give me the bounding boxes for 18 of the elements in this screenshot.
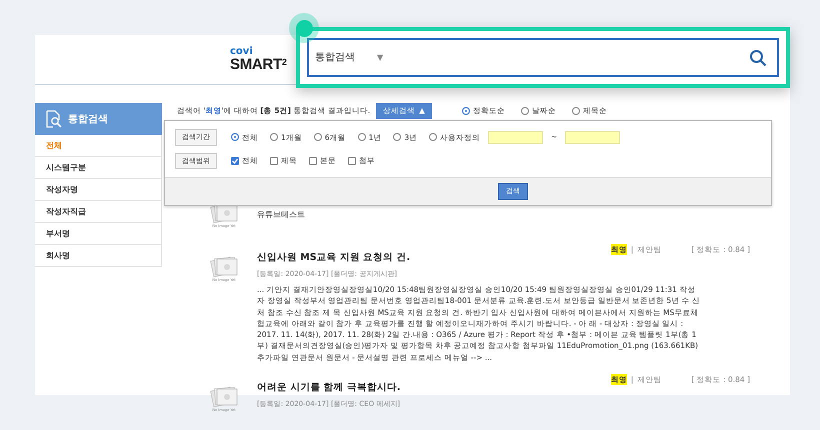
sidebar-item[interactable]: 회사명	[35, 245, 162, 267]
end-date-field[interactable]	[565, 130, 620, 144]
sidebar-item[interactable]: 부서명	[35, 223, 162, 245]
sidebar-title: 통합검색	[68, 112, 108, 126]
sidebar-item[interactable]: 시스템구분	[35, 157, 162, 179]
logo-text: SMART$^{2}$	[230, 57, 287, 72]
result-snippet: 유튜브테스트	[257, 209, 306, 221]
search-icon[interactable]	[749, 49, 767, 68]
dropdown-caret-icon[interactable]: ▼	[377, 52, 384, 64]
result-title[interactable]: 신입사원 MS교육 지원 요청의 건.	[257, 250, 410, 265]
result-title[interactable]: 어려운 시기를 함께 극복합시다.	[257, 380, 401, 395]
search-document-icon	[45, 110, 63, 128]
start-date-field[interactable]	[488, 130, 544, 144]
sidebar-item[interactable]: 작성자명	[35, 179, 162, 201]
sidebar-item[interactable]: 작성자직급	[35, 201, 162, 223]
logo-brand: covi	[230, 47, 254, 57]
search-field[interactable]: 통합검색 ▼	[307, 38, 779, 77]
check-icon	[231, 156, 239, 165]
